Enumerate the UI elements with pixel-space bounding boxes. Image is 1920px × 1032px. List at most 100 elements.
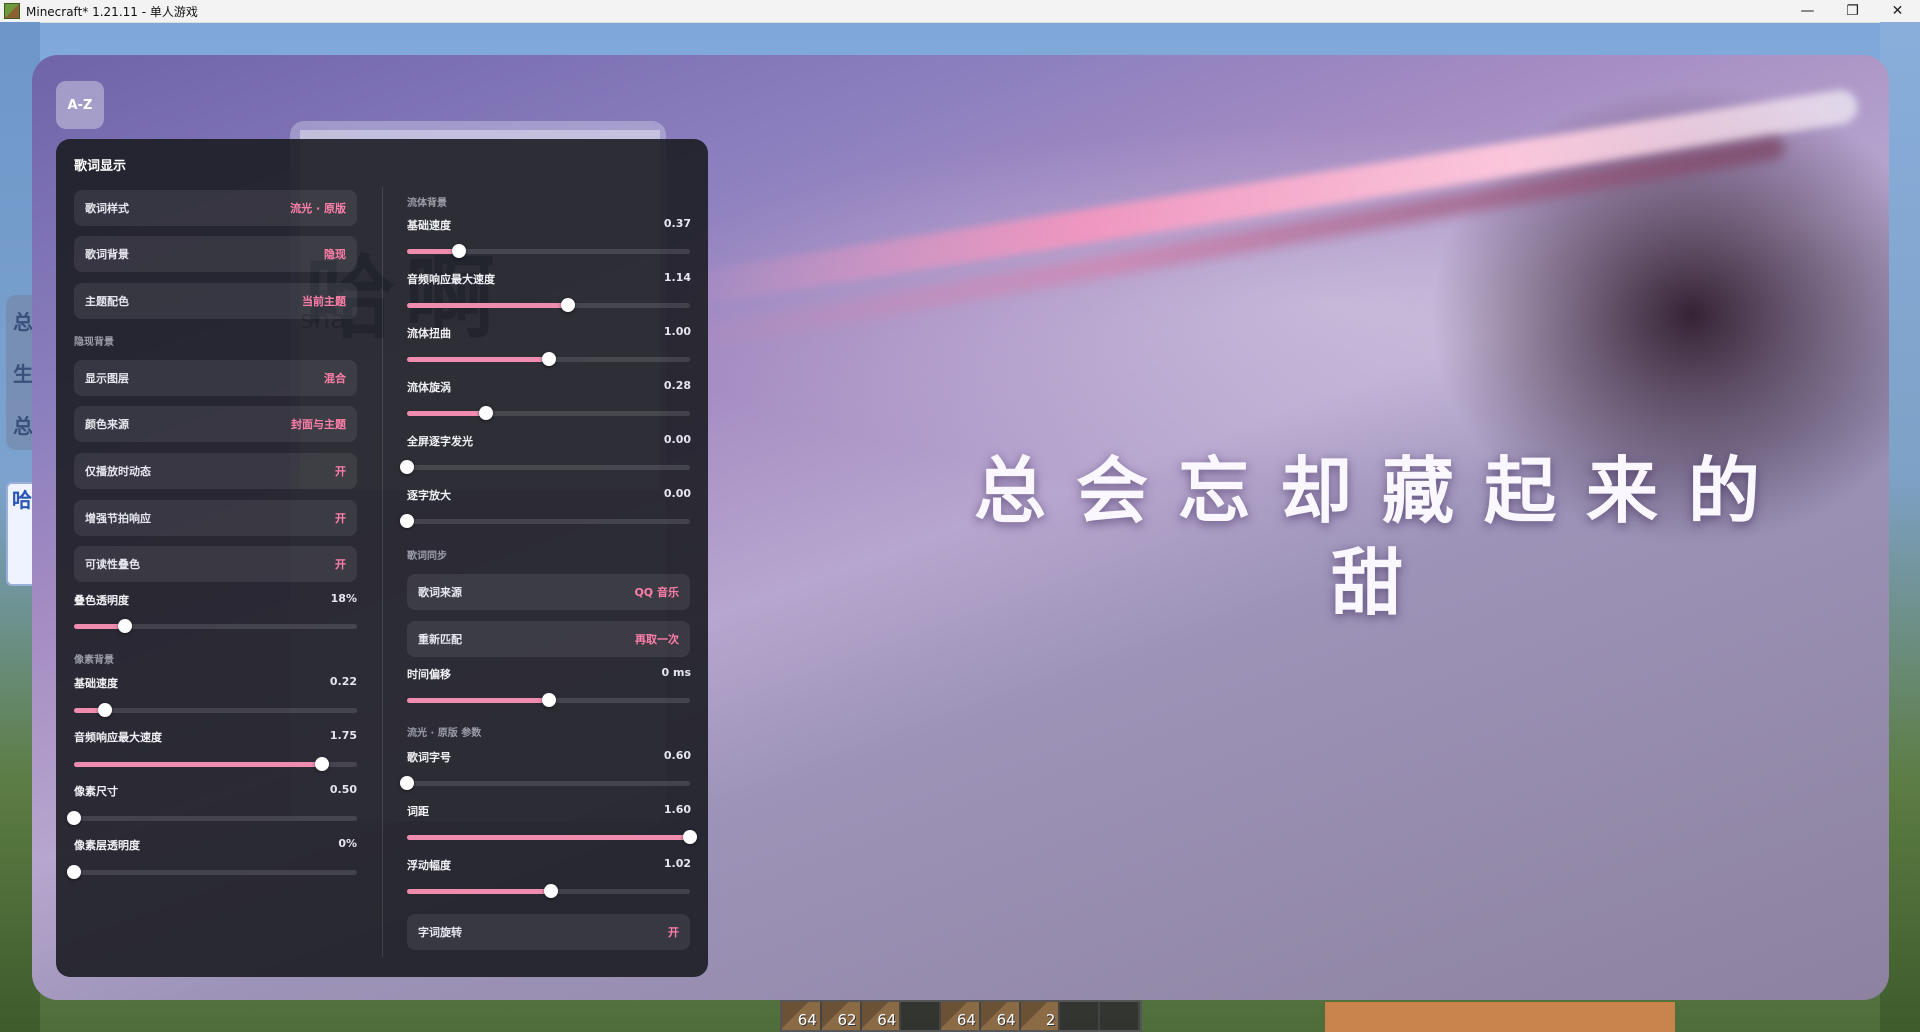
slider-fill: [407, 357, 549, 362]
slider-label-fluid-base-speed: 基础速度: [407, 219, 451, 232]
hotbar-slot[interactable]: [1060, 1002, 1101, 1030]
slot-count: 62: [837, 1011, 857, 1029]
row-value: 混合: [324, 372, 346, 385]
row-value: 开: [335, 512, 346, 525]
row-value: 开: [335, 465, 346, 478]
slider-fluid-audio-max-speed[interactable]: [407, 298, 690, 312]
close-button[interactable]: ✕: [1875, 0, 1920, 22]
row-theme-color[interactable]: 主题配色 当前主题: [74, 283, 357, 319]
slot-count: 64: [797, 1011, 817, 1029]
slider-value-word-spacing: 1.60: [663, 803, 691, 816]
hotbar-slot[interactable]: [1100, 1002, 1141, 1030]
slider-thumb[interactable]: [400, 514, 414, 528]
hotbar-slot[interactable]: 64: [980, 1002, 1021, 1030]
slider-thumb[interactable]: [541, 693, 556, 707]
row-rematch[interactable]: 重新匹配 再取一次: [407, 621, 690, 657]
slider-thumb[interactable]: [67, 811, 81, 825]
slider-thumb[interactable]: [452, 244, 467, 258]
slider-thumb[interactable]: [314, 757, 329, 771]
slider-value-fluid-base-speed: 0.37: [663, 217, 691, 230]
row-dynamic-only-playing[interactable]: 仅播放时动态 开: [74, 453, 357, 489]
row-value: 隐现: [324, 248, 346, 261]
az-button[interactable]: A-Z: [56, 81, 104, 129]
slider-value-overlay-opacity: 18%: [330, 592, 357, 605]
slot-count: 64: [996, 1011, 1016, 1029]
slider-label-time-offset: 时间偏移: [407, 668, 451, 681]
side-tab-1[interactable]: 总: [13, 306, 33, 335]
row-value: 封面与主题: [291, 418, 346, 431]
row-lyric-source[interactable]: 歌词来源 QQ 音乐: [407, 574, 690, 610]
slider-value-time-offset: 0 ms: [661, 666, 692, 679]
slider-lyric-font-size[interactable]: [400, 776, 690, 790]
fluid-streak: [669, 87, 1860, 309]
slider-value-pixel-base-speed: 0.22: [329, 675, 357, 688]
hotbar-slot[interactable]: 64: [861, 1002, 902, 1030]
row-readability-overlay[interactable]: 可读性叠色 开: [74, 546, 357, 582]
slider-thumb[interactable]: [400, 460, 414, 474]
section-lyric-sync: 歌词同步: [407, 551, 447, 562]
side-tab-2[interactable]: 生: [13, 358, 33, 387]
side-cover-text: 哈: [12, 488, 32, 512]
slider-thumb[interactable]: [561, 298, 576, 312]
row-label: 仅播放时动态: [85, 465, 151, 478]
slider-value-fluid-vortex: 0.28: [663, 379, 691, 392]
slider-thumb[interactable]: [544, 884, 559, 898]
slider-label-pixel-layer-opacity: 像素层透明度: [74, 839, 140, 852]
slider-pixel-base-speed[interactable]: [74, 703, 357, 717]
hotbar-slot[interactable]: 62: [821, 1002, 862, 1030]
slider-label-pixel-base-speed: 基础速度: [74, 677, 118, 690]
row-label: 字词旋转: [418, 926, 462, 939]
panel-title: 歌词显示: [74, 159, 127, 174]
minecraft-app-icon: [4, 3, 20, 19]
slider-time-offset[interactable]: [407, 693, 690, 707]
slider-fluid-distortion[interactable]: [407, 352, 690, 366]
slider-fluid-vortex[interactable]: [407, 406, 690, 420]
row-label: 增强节拍响应: [85, 512, 151, 525]
slider-fluid-base-speed[interactable]: [407, 244, 690, 258]
slider-thumb[interactable]: [117, 619, 132, 633]
slider-fill: [407, 835, 690, 840]
section-hidden-background: 隐现背景: [74, 337, 114, 348]
row-beat-response[interactable]: 增强节拍响应 开: [74, 500, 357, 536]
slider-thumb[interactable]: [400, 776, 414, 790]
row-label: 颜色来源: [85, 418, 129, 431]
row-color-source[interactable]: 颜色来源 封面与主题: [74, 406, 357, 442]
slider-pixel-audio-max-speed[interactable]: [74, 757, 357, 771]
slider-label-float-amplitude: 浮动幅度: [407, 859, 451, 872]
hotbar-slot[interactable]: 64: [782, 1002, 822, 1030]
slider-thumb[interactable]: [479, 406, 494, 420]
slider-thumb[interactable]: [67, 865, 81, 879]
slider-overlay-opacity[interactable]: [74, 619, 357, 633]
row-label: 主题配色: [85, 295, 129, 308]
slider-value-char-scale: 0.00: [663, 487, 691, 500]
slider-thumb[interactable]: [98, 703, 113, 717]
slot-count: 2: [1045, 1011, 1056, 1029]
minimize-button[interactable]: —: [1785, 0, 1830, 22]
slider-pixel-layer-opacity[interactable]: [67, 865, 357, 879]
row-value: 再取一次: [635, 633, 679, 646]
slider-word-spacing[interactable]: [407, 830, 697, 844]
slider-label-word-spacing: 词距: [407, 805, 429, 818]
slider-thumb[interactable]: [541, 352, 556, 366]
row-lyric-style[interactable]: 歌词样式 流光 · 原版: [74, 190, 357, 226]
row-word-rotation[interactable]: 字词旋转 开: [407, 914, 690, 950]
row-display-layer[interactable]: 显示图层 混合: [74, 360, 357, 396]
slider-char-glow[interactable]: [400, 460, 690, 474]
hotbar-slot[interactable]: 2: [1020, 1002, 1061, 1030]
row-label: 歌词背景: [85, 248, 129, 261]
row-lyric-background[interactable]: 歌词背景 隐现: [74, 236, 357, 272]
slider-fill: [407, 411, 487, 416]
section-fluid-background: 流体背景: [407, 198, 447, 209]
slider-fill: [407, 303, 569, 308]
slider-thumb[interactable]: [683, 830, 697, 844]
restore-button[interactable]: ❐: [1830, 0, 1875, 22]
slider-float-amplitude[interactable]: [407, 884, 690, 898]
window-title: Minecraft* 1.21.11 - 单人游戏: [26, 4, 198, 19]
hotbar-slot[interactable]: 64: [941, 1002, 981, 1030]
row-label: 显示图层: [85, 372, 129, 385]
slider-label-pixel-size: 像素尺寸: [74, 785, 118, 798]
hotbar-slot[interactable]: [901, 1002, 942, 1030]
side-tab-3[interactable]: 总: [13, 410, 33, 439]
slider-pixel-size[interactable]: [67, 811, 357, 825]
slider-char-scale[interactable]: [400, 514, 690, 528]
